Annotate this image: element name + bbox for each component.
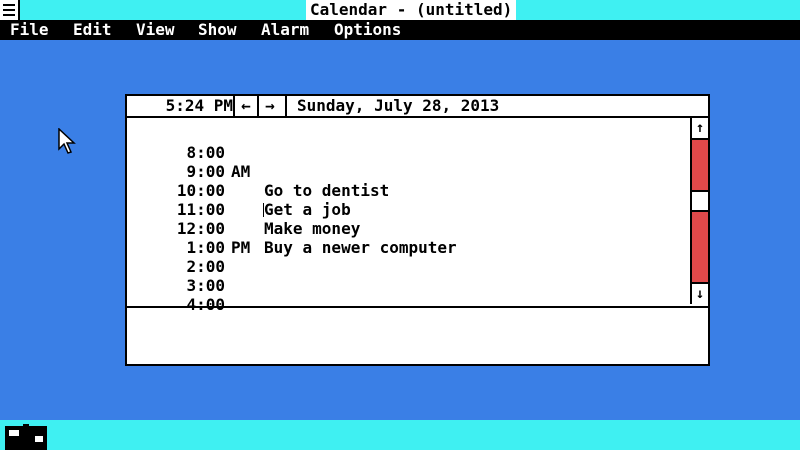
- calendar-header: 5:24 PM ← → Sunday, July 28, 2013: [127, 96, 708, 118]
- appointment-row[interactable]: 2:00: [127, 238, 690, 276]
- left-arrow-icon: ←: [241, 96, 251, 115]
- system-menu-icon-line: [3, 9, 15, 11]
- icon-area: [0, 420, 800, 450]
- vertical-scrollbar[interactable]: ↑ ↓: [690, 118, 708, 304]
- current-time: 5:24 PM: [165, 96, 233, 115]
- menu-show[interactable]: Show: [198, 20, 237, 40]
- notes-area[interactable]: [127, 306, 708, 366]
- window-title: Calendar - (untitled): [306, 0, 517, 20]
- appointment-row-selected[interactable]: 12:00 PM: [127, 200, 690, 257]
- appointment-row[interactable]: 11:00 Buy a newer computer: [127, 181, 690, 257]
- system-menu-icon-line: [3, 14, 15, 16]
- menu-view[interactable]: View: [136, 20, 175, 40]
- scroll-up-button[interactable]: ↑: [692, 118, 708, 140]
- scroll-down-button[interactable]: ↓: [692, 282, 708, 304]
- appointment-row[interactable]: 4:00: [127, 276, 690, 314]
- current-date: Sunday, July 28, 2013: [285, 96, 499, 116]
- appointment-row[interactable]: 10:00 Make money: [127, 162, 690, 238]
- title-bar[interactable]: Calendar - (untitled): [0, 0, 800, 20]
- appointment-row[interactable]: 1:00: [127, 219, 690, 257]
- menu-alarm[interactable]: Alarm: [261, 20, 309, 40]
- previous-day-button[interactable]: ←: [233, 96, 257, 116]
- text-cursor: [263, 203, 264, 217]
- appointment-row[interactable]: 9:00 Get a job: [127, 143, 690, 219]
- appointment-list[interactable]: 8:00 AM Go to dentist 9:00 Get a job 10:…: [127, 118, 690, 314]
- appointment-row[interactable]: 8:00 AM Go to dentist: [127, 124, 690, 200]
- up-arrow-icon: ↑: [695, 120, 705, 136]
- menu-edit[interactable]: Edit: [73, 20, 112, 40]
- menu-bar: File Edit View Show Alarm Options: [0, 20, 800, 40]
- system-menu-button[interactable]: [0, 0, 20, 20]
- mouse-pointer-icon: [58, 128, 76, 154]
- appointment-row[interactable]: 3:00: [127, 257, 690, 295]
- system-menu-icon: [3, 4, 15, 6]
- menu-options[interactable]: Options: [334, 20, 401, 40]
- next-day-button[interactable]: →: [257, 96, 281, 116]
- scroll-thumb[interactable]: [692, 190, 708, 213]
- right-arrow-icon: →: [265, 96, 275, 115]
- menu-file[interactable]: File: [10, 20, 49, 40]
- calendar-window: 5:24 PM ← → Sunday, July 28, 2013 8:00 A…: [125, 94, 710, 366]
- down-arrow-icon: ↓: [695, 286, 705, 302]
- calendar-app-icon[interactable]: [5, 424, 47, 450]
